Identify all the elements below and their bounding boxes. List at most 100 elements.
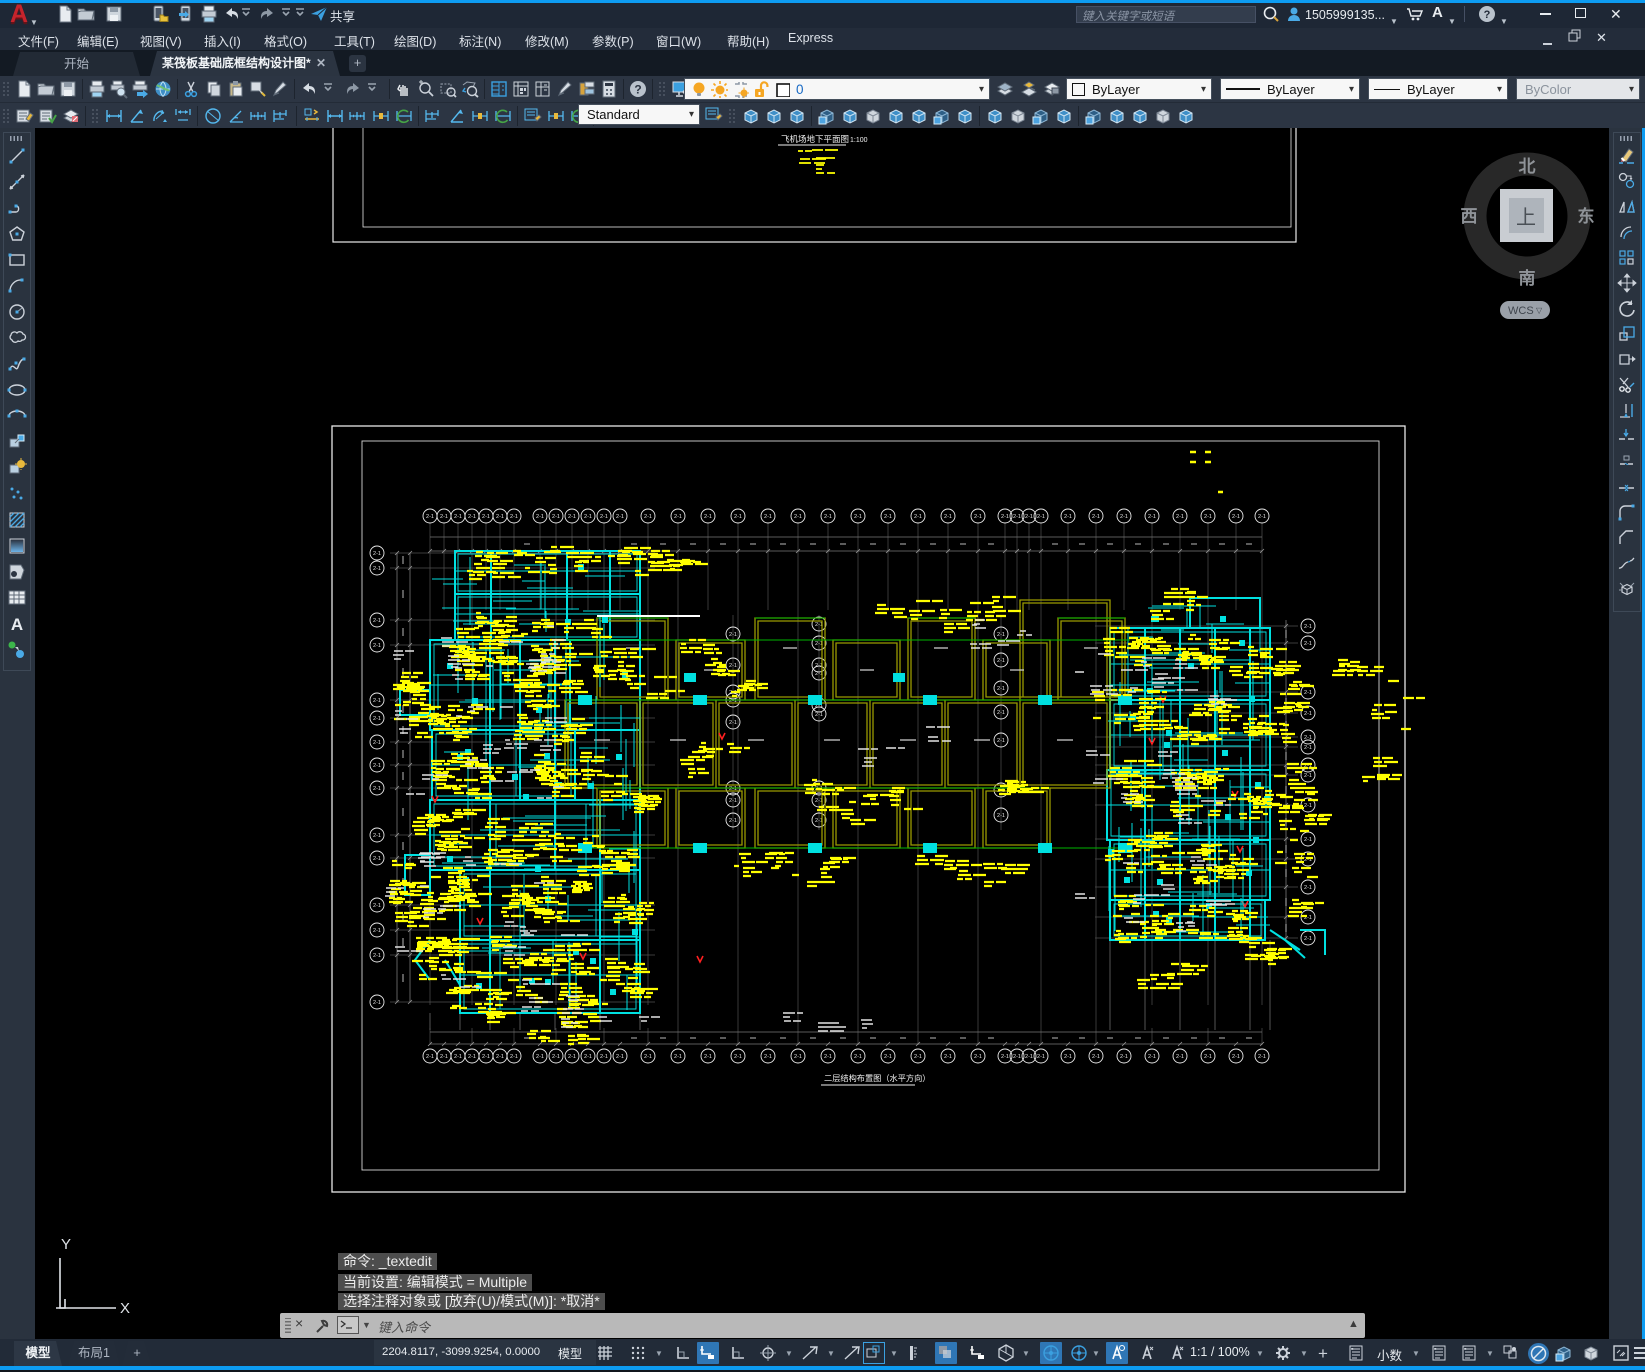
svg-text:2-1: 2-1 xyxy=(854,1054,862,1060)
svg-text:2-1: 2-1 xyxy=(734,514,742,520)
svg-text:2-1: 2-1 xyxy=(1232,514,1240,520)
svg-text:2-1: 2-1 xyxy=(794,514,802,520)
svg-text:2-1: 2-1 xyxy=(373,643,381,649)
svg-text:2-1: 2-1 xyxy=(1258,1054,1266,1060)
svg-text:2-1: 2-1 xyxy=(373,856,381,862)
svg-text:2-1: 2-1 xyxy=(482,514,490,520)
svg-text:2-1: 2-1 xyxy=(552,514,560,520)
svg-text:2-1: 2-1 xyxy=(1013,1054,1021,1060)
svg-text:2-1: 2-1 xyxy=(974,1054,982,1060)
svg-text:2-1: 2-1 xyxy=(914,1054,922,1060)
svg-text:2-1: 2-1 xyxy=(734,1054,742,1060)
svg-text:2-1: 2-1 xyxy=(584,1054,592,1060)
svg-text:2-1: 2-1 xyxy=(1025,1054,1033,1060)
svg-text:Y: Y xyxy=(61,1236,71,1253)
svg-text:2-1: 2-1 xyxy=(373,786,381,792)
svg-text:西: 西 xyxy=(1461,207,1478,226)
svg-text:2-1: 2-1 xyxy=(1176,1054,1184,1060)
svg-text:2-1: 2-1 xyxy=(454,514,462,520)
svg-text:2-1: 2-1 xyxy=(373,903,381,909)
svg-text:2-1: 2-1 xyxy=(454,1054,462,1060)
svg-text:东: 东 xyxy=(1578,206,1595,226)
svg-text:2-1: 2-1 xyxy=(1001,1054,1009,1060)
svg-text:2-1: 2-1 xyxy=(496,514,504,520)
svg-text:2-1: 2-1 xyxy=(373,953,381,959)
svg-text:2-1: 2-1 xyxy=(1304,936,1312,942)
svg-text:2-1: 2-1 xyxy=(997,658,1005,664)
svg-text:2-1: 2-1 xyxy=(1304,885,1312,891)
svg-text:2-1: 2-1 xyxy=(373,740,381,746)
svg-text:2-1: 2-1 xyxy=(1304,837,1312,843)
svg-text:2-1: 2-1 xyxy=(854,514,862,520)
svg-text:2-1: 2-1 xyxy=(468,514,476,520)
svg-text:2-1: 2-1 xyxy=(373,716,381,722)
svg-text:▽: ▽ xyxy=(1536,306,1543,315)
svg-text:2-1: 2-1 xyxy=(373,551,381,557)
svg-text:2-1: 2-1 xyxy=(1092,1054,1100,1060)
svg-text:2-1: 2-1 xyxy=(568,514,576,520)
svg-text:2-1: 2-1 xyxy=(794,1054,802,1060)
svg-text:WCS: WCS xyxy=(1508,305,1534,317)
svg-text:2-1: 2-1 xyxy=(1064,1054,1072,1060)
svg-text:二层结构布置图（水平方向）: 二层结构布置图（水平方向） xyxy=(824,1073,930,1083)
svg-text:2-1: 2-1 xyxy=(944,514,952,520)
svg-text:2-1: 2-1 xyxy=(552,1054,560,1060)
svg-text:2-1: 2-1 xyxy=(536,1054,544,1060)
svg-text:2-1: 2-1 xyxy=(1304,711,1312,717)
svg-text:2-1: 2-1 xyxy=(1304,773,1312,779)
svg-text:2-1: 2-1 xyxy=(510,514,518,520)
svg-text:2-1: 2-1 xyxy=(373,566,381,572)
svg-text:2-1: 2-1 xyxy=(674,1054,682,1060)
svg-text:2-1: 2-1 xyxy=(482,1054,490,1060)
svg-text:2-1: 2-1 xyxy=(440,514,448,520)
svg-text:?: ? xyxy=(634,83,641,97)
svg-text:2-1: 2-1 xyxy=(1232,1054,1240,1060)
svg-text:南: 南 xyxy=(1519,268,1536,288)
svg-text:X: X xyxy=(120,1300,130,1317)
svg-text:2-1: 2-1 xyxy=(1176,514,1184,520)
svg-text:2-1: 2-1 xyxy=(644,1054,652,1060)
svg-text:A: A xyxy=(11,615,23,634)
svg-text:2-1: 2-1 xyxy=(373,833,381,839)
svg-text:2-1: 2-1 xyxy=(704,1054,712,1060)
svg-text:2-1: 2-1 xyxy=(1204,514,1212,520)
svg-text:2-1: 2-1 xyxy=(468,1054,476,1060)
svg-text:2-1: 2-1 xyxy=(1304,745,1312,751)
svg-text:2-1: 2-1 xyxy=(674,514,682,520)
svg-text:北: 北 xyxy=(1519,157,1536,176)
svg-text:2-1: 2-1 xyxy=(974,514,982,520)
svg-text:?: ? xyxy=(1484,9,1491,21)
svg-text:2-1: 2-1 xyxy=(824,1054,832,1060)
svg-text:2-1: 2-1 xyxy=(373,618,381,624)
svg-text:2-1: 2-1 xyxy=(1037,514,1045,520)
svg-text:2-1: 2-1 xyxy=(373,1000,381,1006)
svg-text:2-1: 2-1 xyxy=(616,514,624,520)
svg-text:2-1: 2-1 xyxy=(997,710,1005,716)
svg-text:2-1: 2-1 xyxy=(510,1054,518,1060)
svg-text:2-1: 2-1 xyxy=(1037,1054,1045,1060)
svg-text:2-1: 2-1 xyxy=(997,686,1005,692)
svg-text:2-1: 2-1 xyxy=(764,1054,772,1060)
svg-text:2-1: 2-1 xyxy=(373,698,381,704)
svg-text:2-1: 2-1 xyxy=(373,928,381,934)
svg-text:2-1: 2-1 xyxy=(729,663,737,669)
svg-text:2-1: 2-1 xyxy=(1120,514,1128,520)
svg-text:2-1: 2-1 xyxy=(584,514,592,520)
svg-text:2-1: 2-1 xyxy=(536,514,544,520)
svg-text:1:100: 1:100 xyxy=(850,137,868,144)
svg-text:2-1: 2-1 xyxy=(729,720,737,726)
svg-text:2-1: 2-1 xyxy=(644,514,652,520)
svg-text:2-1: 2-1 xyxy=(764,514,772,520)
svg-text:2-1: 2-1 xyxy=(1120,1054,1128,1060)
svg-text:2-1: 2-1 xyxy=(568,1054,576,1060)
svg-text:2-1: 2-1 xyxy=(496,1054,504,1060)
svg-text:2-1: 2-1 xyxy=(1258,514,1266,520)
svg-text:2-1: 2-1 xyxy=(426,1054,434,1060)
svg-text:2-1: 2-1 xyxy=(824,514,832,520)
svg-text:2-1: 2-1 xyxy=(1304,690,1312,696)
svg-text:2-1: 2-1 xyxy=(884,514,892,520)
svg-text:2-1: 2-1 xyxy=(997,632,1005,638)
svg-text:2-1: 2-1 xyxy=(1304,624,1312,630)
svg-text:2-1: 2-1 xyxy=(600,1054,608,1060)
svg-text:上: 上 xyxy=(1516,206,1536,229)
